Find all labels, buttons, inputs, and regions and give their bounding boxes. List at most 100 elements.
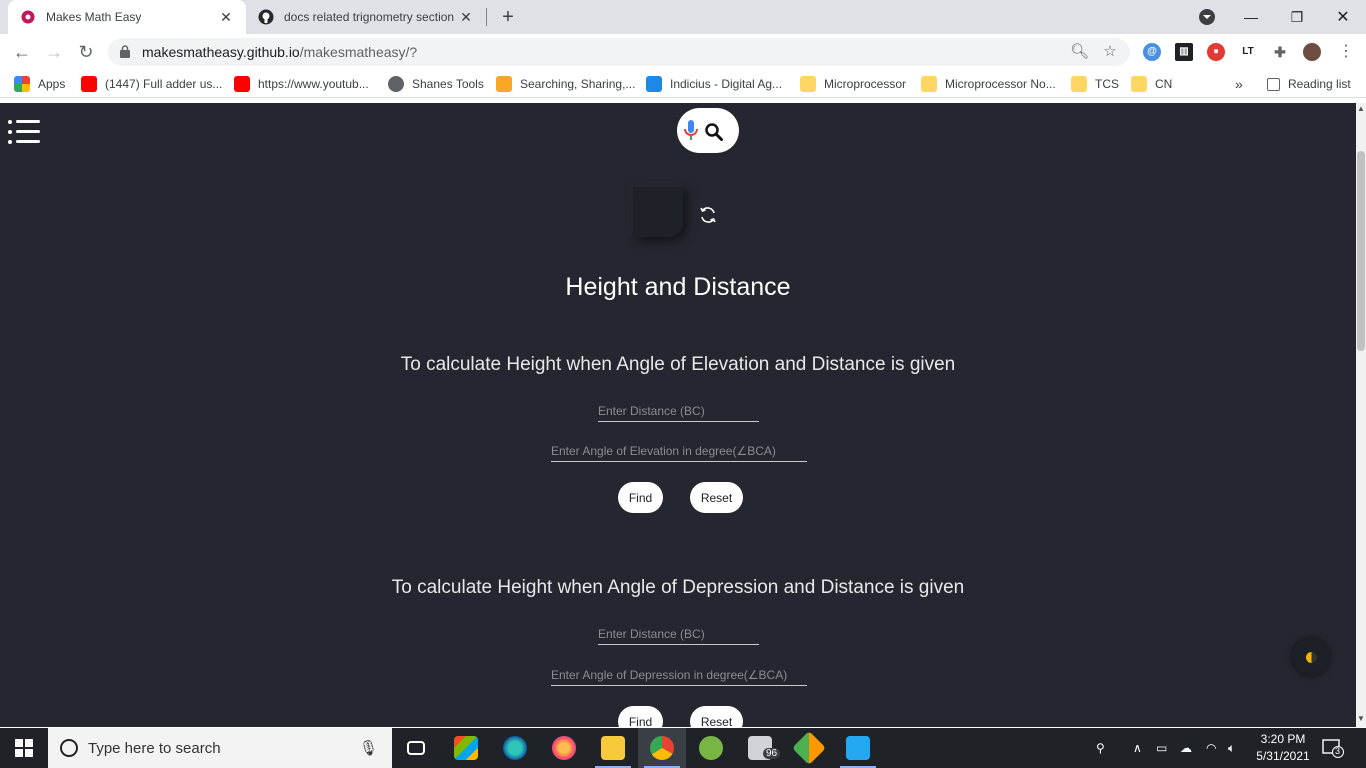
tab-title: docs related trignometry section xyxy=(284,10,455,24)
youtube-icon xyxy=(234,76,250,92)
git-client-icon[interactable] xyxy=(785,728,833,768)
elevation-angle-input[interactable] xyxy=(551,440,807,462)
cortana-icon xyxy=(60,739,78,757)
close-window-button[interactable]: ✕ xyxy=(1320,0,1366,34)
zoom-icon[interactable]: 🔍︎ xyxy=(1070,44,1089,60)
browser-toolbar: ← → ↻ makesmatheasy.github.io/makesmathe… xyxy=(0,34,1366,70)
scroll-up-arrow-icon[interactable]: ▲ xyxy=(1357,105,1365,113)
theme-toggle-button[interactable] xyxy=(1292,638,1330,676)
bookmark-folder-microprocessor-notes[interactable]: Microprocessor No... xyxy=(921,75,1056,93)
half-moon-icon xyxy=(1306,652,1317,663)
bookmark-folder-tcs[interactable]: TCS xyxy=(1071,75,1119,93)
extension-globe-icon[interactable]: @ xyxy=(1143,43,1161,61)
taskbar-search-placeholder: Type here to search xyxy=(88,739,221,757)
mail-icon[interactable]: 96 xyxy=(736,728,784,768)
reading-list-button[interactable]: Reading list xyxy=(1267,75,1351,93)
page-content: Height and Distance To calculate Height … xyxy=(0,103,1356,727)
microsoft-store-icon[interactable] xyxy=(442,728,490,768)
tray-overflow-chevron-icon[interactable]: ∧ xyxy=(1133,728,1142,768)
depression-find-button[interactable]: Find xyxy=(618,706,663,727)
onedrive-cloud-icon[interactable]: ☁ xyxy=(1180,728,1192,768)
folder-icon xyxy=(800,76,816,92)
taskbar-clock[interactable]: 3:20 PM 5/31/2021 xyxy=(1248,731,1318,765)
folder-icon xyxy=(1071,76,1087,92)
bookmark-shanes-tools[interactable]: Shanes Tools xyxy=(388,75,484,93)
scroll-down-arrow-icon[interactable]: ▼ xyxy=(1357,715,1365,723)
profile-avatar[interactable] xyxy=(1303,43,1321,61)
search-icon xyxy=(705,123,723,141)
refresh-icon[interactable] xyxy=(698,205,718,225)
tab-search-icon[interactable] xyxy=(1199,9,1215,25)
windows-logo-icon xyxy=(15,739,33,757)
battery-icon[interactable]: ▭ xyxy=(1156,728,1167,768)
back-arrow-icon[interactable]: ← xyxy=(10,40,34,64)
bookmarks-bar: Apps (1447) Full adder us... https://www… xyxy=(0,70,1366,98)
task-view-icon[interactable] xyxy=(392,728,440,768)
kebab-menu-icon[interactable]: ⋮ xyxy=(1334,40,1358,64)
extension-calendar-icon[interactable]: ▥ xyxy=(1175,43,1193,61)
clock-date: 5/31/2021 xyxy=(1256,749,1310,763)
bookmark-folder-microprocessor[interactable]: Microprocessor xyxy=(800,75,906,93)
globe-icon xyxy=(388,76,404,92)
new-tab-button[interactable]: + xyxy=(498,7,518,27)
bookmark-searching-sharing[interactable]: Searching, Sharing,... xyxy=(496,75,635,93)
forward-arrow-icon[interactable]: → xyxy=(42,40,66,64)
menu-hamburger-icon[interactable] xyxy=(8,119,40,145)
firefox-icon[interactable] xyxy=(540,728,588,768)
windows-taskbar: Type here to search 🎙︎ 96 ⚲ ∧ ▭ ☁ ◠ 🔈︎ 3… xyxy=(0,728,1366,768)
more-bookmarks-chevron-icon[interactable]: » xyxy=(1235,75,1243,93)
microphone-icon[interactable]: 🎙︎ xyxy=(359,739,378,757)
scrollbar-thumb[interactable] xyxy=(1357,151,1365,351)
elevation-reset-button[interactable]: Reset xyxy=(690,482,743,513)
taskbar-search-box[interactable]: Type here to search 🎙︎ xyxy=(48,728,392,768)
utorrent-icon[interactable] xyxy=(687,728,735,768)
restore-button[interactable]: ❐ xyxy=(1274,0,1320,34)
makesmatheasy-favicon-icon xyxy=(20,9,36,25)
edge-icon[interactable] xyxy=(491,728,539,768)
people-icon[interactable]: ⚲ xyxy=(1096,728,1105,768)
puzzle-icon xyxy=(496,76,512,92)
bookmark-star-icon[interactable]: ☆ xyxy=(1102,44,1118,60)
bookmark-indicius[interactable]: Indicius - Digital Ag... xyxy=(646,75,782,93)
close-tab-icon[interactable]: ✕ xyxy=(218,9,234,25)
bookmark-apps[interactable]: Apps xyxy=(14,75,65,93)
folder-icon xyxy=(1131,76,1147,92)
apps-grid-icon xyxy=(14,76,30,92)
extensions-puzzle-icon[interactable]: ✚ xyxy=(1271,43,1289,61)
tab-makes-math-easy[interactable]: Makes Math Easy ✕ xyxy=(8,0,246,34)
github-icon xyxy=(258,9,274,25)
page-scrollbar[interactable]: ▲ ▼ xyxy=(1356,103,1366,727)
vscode-icon[interactable] xyxy=(834,728,882,768)
bookmark-full-adder[interactable]: (1447) Full adder us... xyxy=(81,75,222,93)
tab-title: Makes Math Easy xyxy=(46,10,142,24)
elevation-distance-input[interactable] xyxy=(598,400,759,422)
folder-icon xyxy=(921,76,937,92)
lock-icon xyxy=(120,45,130,58)
address-bar[interactable]: makesmatheasy.github.io/makesmatheasy/? … xyxy=(108,38,1130,66)
tab-separator xyxy=(486,8,487,26)
bookmark-folder-cn[interactable]: CN xyxy=(1131,75,1172,93)
mail-badge: 96 xyxy=(763,748,781,759)
url-text: makesmatheasy.github.io/makesmatheasy/? xyxy=(142,44,418,60)
close-tab-icon[interactable]: ✕ xyxy=(458,9,474,25)
depression-angle-input[interactable] xyxy=(551,664,807,686)
extension-pokeball-icon[interactable]: ● xyxy=(1207,43,1225,61)
elevation-section-title: To calculate Height when Angle of Elevat… xyxy=(400,354,956,375)
volume-icon[interactable]: 🔈︎ xyxy=(1228,728,1235,768)
wifi-icon[interactable]: ◠ xyxy=(1206,728,1216,768)
minimize-button[interactable]: — xyxy=(1228,0,1274,34)
depression-distance-input[interactable] xyxy=(598,623,759,645)
file-explorer-icon[interactable] xyxy=(589,728,637,768)
elevation-find-button[interactable]: Find xyxy=(618,482,663,513)
bookmark-youtube[interactable]: https://www.youtub... xyxy=(234,75,369,93)
windows-start-button[interactable] xyxy=(0,728,48,768)
action-center-icon[interactable]: 3 xyxy=(1322,738,1344,758)
tab-docs-trigonometry[interactable]: docs related trignometry section ✕ xyxy=(246,0,486,34)
extension-lt-icon[interactable]: LT xyxy=(1239,43,1257,61)
reload-icon[interactable]: ↻ xyxy=(74,40,98,64)
voice-search-button[interactable] xyxy=(677,108,739,153)
chrome-icon[interactable] xyxy=(638,728,686,768)
browser-tab-strip: Makes Math Easy ✕ docs related trignomet… xyxy=(0,0,1366,34)
depression-reset-button[interactable]: Reset xyxy=(690,706,743,727)
depression-section-title: To calculate Height when Angle of Depres… xyxy=(391,577,965,598)
